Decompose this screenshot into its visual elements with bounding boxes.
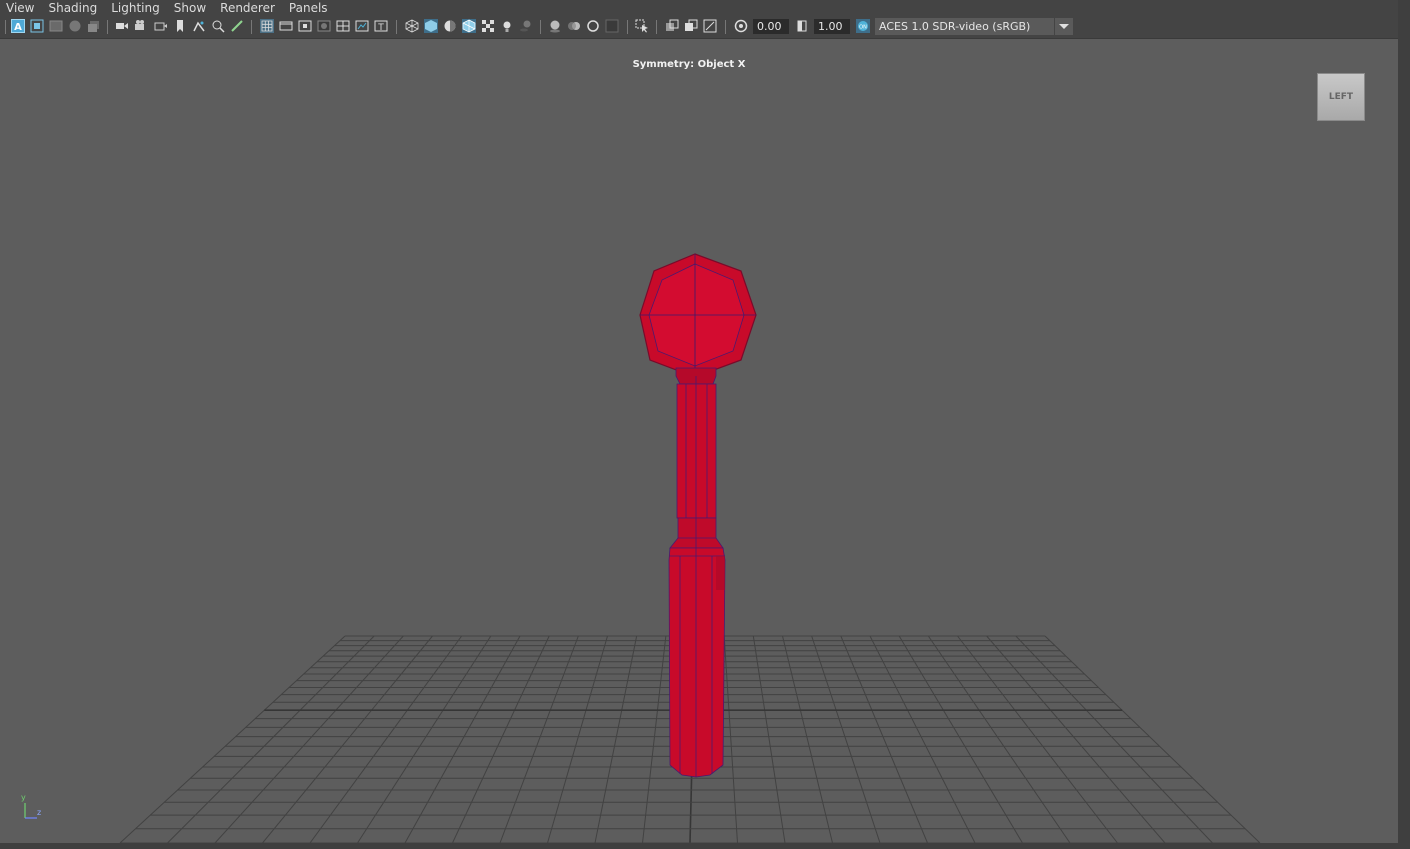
axis-z-label: z [37, 808, 42, 817]
sphere-icon[interactable] [68, 19, 82, 33]
wireframe-icon[interactable] [405, 19, 419, 33]
safe-title-icon[interactable]: T [374, 19, 388, 33]
motion-blur-icon[interactable] [567, 19, 581, 33]
two-d-pan-zoom-icon[interactable] [211, 19, 225, 33]
menu-renderer[interactable]: Renderer [213, 0, 282, 16]
layers-icon[interactable] [87, 19, 101, 33]
grid-line [898, 635, 1023, 843]
image-plane-icon[interactable] [192, 19, 206, 33]
toolbar-separator [540, 20, 541, 34]
grid-line [547, 635, 608, 843]
menu-shading[interactable]: Shading [41, 0, 104, 16]
gamma-field[interactable]: 1.00 [814, 19, 850, 34]
default-material-icon[interactable] [443, 19, 457, 33]
gate-mask-icon[interactable] [317, 19, 331, 33]
grid-line [927, 635, 1071, 843]
grid-icon[interactable] [260, 19, 274, 33]
field-chart-icon[interactable] [336, 19, 350, 33]
menu-lighting[interactable]: Lighting [104, 0, 167, 16]
grid-line [357, 635, 492, 843]
resolution-gate-icon[interactable] [298, 19, 312, 33]
isolate-select-icon[interactable] [635, 19, 649, 33]
grid-line [404, 635, 521, 843]
grid-line [811, 635, 881, 843]
grid-line [642, 635, 667, 843]
use-all-lights-icon[interactable] [500, 19, 514, 33]
grid-line [840, 635, 928, 843]
axis-indicator [24, 803, 37, 819]
gamma-icon[interactable] [795, 19, 809, 33]
grease-pencil-icon[interactable] [230, 19, 244, 33]
grid-line [262, 635, 433, 843]
menu-panels[interactable]: Panels [282, 0, 335, 16]
grid-line [214, 635, 404, 843]
menu-view[interactable]: View [0, 0, 41, 16]
camera-sequencer-icon[interactable] [154, 19, 168, 33]
camera-icon[interactable] [115, 19, 129, 33]
viewport-scene[interactable] [0, 39, 1398, 843]
toolbar-separator [107, 20, 108, 34]
grid-line [782, 635, 833, 843]
smooth-shade-icon[interactable] [424, 19, 438, 33]
panel-bottom-border [0, 843, 1410, 849]
grid-line [986, 635, 1166, 843]
color-space-dropdown[interactable]: ACES 1.0 SDR-video (sRGB) [875, 18, 1054, 35]
toolbar-separator [725, 20, 726, 34]
grid-line [752, 635, 786, 843]
exposure-icon[interactable] [734, 19, 748, 33]
toolbar-separator [627, 20, 628, 34]
panel-right-border [1398, 0, 1410, 849]
svg-text:T: T [377, 23, 384, 33]
grid-line [594, 635, 638, 843]
bookmark-icon[interactable] [173, 19, 187, 33]
grid-line [452, 635, 550, 843]
grid-line [869, 635, 976, 843]
anti-aliasing-icon[interactable] [586, 19, 600, 33]
color-management-badge: ON [859, 24, 867, 30]
color-space-dropdown-button[interactable] [1055, 18, 1073, 35]
shadows-icon[interactable] [519, 19, 533, 33]
textured-icon[interactable] [481, 19, 495, 33]
dropdown-arrow-icon [1059, 24, 1069, 29]
toolbar-separator [251, 20, 252, 34]
panel-menubar: View Shading Lighting Show Renderer Pane… [0, 0, 1398, 16]
xray-joints-icon[interactable] [684, 19, 698, 33]
color-management-icon[interactable]: ON [856, 19, 870, 33]
grid-line [167, 635, 375, 843]
film-gate-icon[interactable] [279, 19, 293, 33]
xray-components-icon[interactable] [703, 19, 717, 33]
grid-line [119, 635, 346, 843]
xray-icon[interactable] [665, 19, 679, 33]
lock-camera-icon[interactable] [30, 19, 44, 33]
grid-line [499, 635, 579, 843]
camera-attributes-icon[interactable] [49, 19, 63, 33]
film-camera-icon[interactable] [134, 19, 148, 33]
grid-line [1015, 635, 1213, 843]
depth-of-field-icon[interactable] [605, 19, 619, 33]
toolbar-separator [656, 20, 657, 34]
screen-space-ao-icon[interactable] [548, 19, 562, 33]
toolbar-separator [5, 20, 6, 34]
grid-line [723, 635, 738, 843]
menu-show[interactable]: Show [167, 0, 213, 16]
grid-line [1044, 635, 1261, 843]
toolbar-separator [396, 20, 397, 34]
panel-toolbar: A T 0.00 1.00 ON ACES 1.0 SDR-video (sRG… [0, 16, 1398, 39]
grid-line [957, 635, 1118, 843]
axis-y-label: y [21, 793, 26, 802]
wireframe-on-shaded-icon[interactable] [462, 19, 476, 33]
safe-action-icon[interactable] [355, 19, 369, 33]
grid-line [309, 635, 463, 843]
red-model [639, 253, 757, 778]
exposure-field[interactable]: 0.00 [753, 19, 789, 34]
select-camera-icon[interactable]: A [11, 19, 25, 33]
svg-text:A: A [14, 22, 22, 33]
